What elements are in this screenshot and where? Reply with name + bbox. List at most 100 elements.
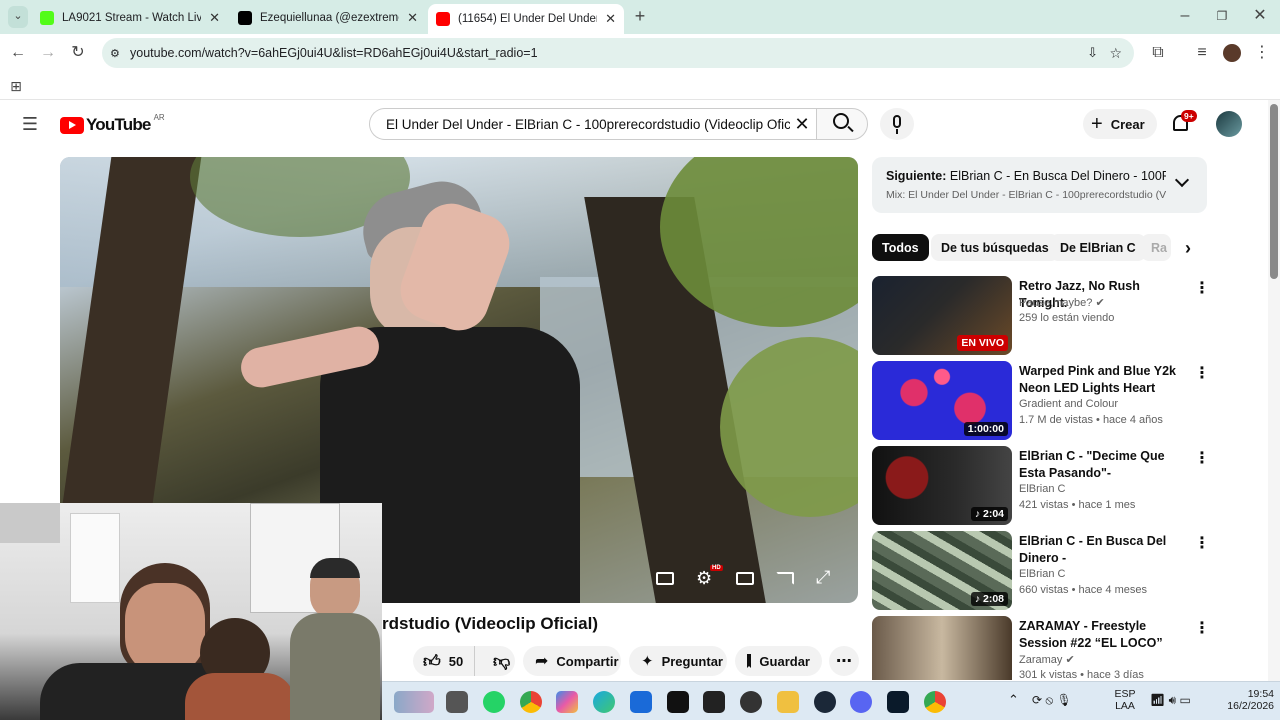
search-query: El Under Del Under - ElBrian C - 100prer… (386, 116, 809, 132)
dislike-button[interactable]: 👎︎ (483, 651, 510, 672)
ask-button[interactable]: ✦ Preguntar (629, 646, 727, 676)
chips-next-icon[interactable]: › (1176, 236, 1200, 260)
tray-expand-icon[interactable]: ⌃ (1008, 692, 1019, 708)
tiktok-app-icon[interactable] (667, 691, 689, 713)
close-tab-icon[interactable]: ✕ (209, 10, 220, 26)
video-title[interactable]: ElBrian C - "Decime Que Esta Pasando"- 1… (1019, 448, 1191, 482)
video-thumbnail[interactable]: 1:00:00 (872, 361, 1012, 440)
video-title[interactable]: Warped Pink and Blue Y2k Neon LED Lights… (1019, 363, 1191, 397)
tab-search-icon[interactable]: ⌄ (8, 6, 28, 28)
copilot-icon[interactable] (556, 691, 578, 713)
hamburger-menu-icon[interactable]: ☰ (20, 114, 40, 134)
notifications-button[interactable]: 9+ (1170, 110, 1197, 136)
address-bar[interactable]: ⚙ youtube.com/watch?v=6ahEGj0ui4U&list=R… (102, 38, 1134, 68)
more-actions-button[interactable]: ⋯ (829, 646, 859, 676)
chip-more[interactable]: Ra (1141, 234, 1171, 261)
more-options-icon[interactable]: ⋮ (1194, 278, 1210, 298)
capcut-icon[interactable] (703, 691, 725, 713)
tab-kick[interactable]: LA9021 Stream - Watch Live on ✕ (32, 6, 228, 30)
share-button[interactable]: ➦ Compartir (523, 646, 621, 676)
clock-time: 19:54 (1247, 688, 1274, 700)
steam-icon[interactable] (814, 691, 836, 713)
chip-from-searches[interactable]: De tus búsquedas (931, 234, 1059, 261)
app-icon-file-manager[interactable] (446, 691, 468, 713)
whatsapp-icon[interactable] (483, 691, 505, 713)
video-title[interactable]: ElBrian C - En Busca Del Dinero - 100Pre… (1019, 533, 1191, 567)
list-item[interactable]: ♪ 2:04 ElBrian C - "Decime Que Esta Pasa… (872, 446, 1210, 526)
list-item[interactable]: ZARAMAY - Freestyle Session #22 “EL LOCO… (872, 616, 1207, 680)
video-meta: 660 vistas • hace 4 meses (1019, 584, 1147, 596)
voice-search-button[interactable] (880, 108, 914, 140)
extensions-icon[interactable]: ⧉ (1148, 43, 1168, 63)
save-label: Guardar (759, 653, 810, 669)
network-volume-battery-icons[interactable]: 📶︎ 🔊︎ ▭ (1150, 693, 1191, 708)
channel-name[interactable]: ElBrian C (1019, 568, 1065, 580)
discord-icon[interactable] (850, 691, 872, 713)
app-icon-widgets[interactable] (394, 691, 434, 713)
more-options-icon[interactable]: ⋮ (1194, 363, 1210, 383)
install-app-icon[interactable]: ⇩ (1087, 45, 1098, 61)
more-options-icon[interactable]: ⋮ (1194, 533, 1210, 553)
list-item[interactable]: 1:00:00 Warped Pink and Blue Y2k Neon LE… (872, 361, 1210, 441)
minimize-icon[interactable]: – (1175, 6, 1195, 26)
youtube-logo[interactable]: YouTube AR (60, 113, 165, 135)
edge-icon[interactable] (593, 691, 615, 713)
tab-tiktok[interactable]: Ezequiellunaa (@ezextreme2) en ✕ (230, 6, 426, 30)
channel-name[interactable]: Pause,maybe? ✔ (1019, 296, 1105, 309)
channel-name[interactable]: ElBrian C (1019, 483, 1065, 495)
bookmark-star-icon[interactable]: ☆ (1109, 45, 1122, 62)
subtitles-icon[interactable] (656, 572, 674, 585)
list-item[interactable]: ♪ 2:08 ElBrian C - En Busca Del Dinero -… (872, 531, 1210, 611)
close-window-icon[interactable]: ✕ (1250, 6, 1270, 26)
video-meta: 259 lo están viendo (1019, 312, 1115, 324)
like-button[interactable]: 👍︎ 50 (413, 646, 475, 676)
close-tab-icon[interactable]: ✕ (407, 10, 418, 26)
close-tab-icon[interactable]: ✕ (605, 11, 616, 27)
up-next-panel[interactable]: Siguiente: ElBrian C - En Busca Del Dine… (872, 157, 1207, 213)
video-thumbnail[interactable]: ♪ 2:04 (872, 446, 1012, 525)
chevron-down-icon[interactable] (1174, 172, 1190, 188)
save-button[interactable]: Guardar (735, 646, 822, 676)
search-button[interactable] (816, 108, 868, 140)
app-icon-audio[interactable] (887, 691, 909, 713)
media-controls-icon[interactable]: ≡ (1192, 43, 1212, 63)
browser-menu-icon[interactable]: ⋮ (1252, 43, 1272, 63)
channel-name[interactable]: Zaramay ✔ (1019, 653, 1075, 666)
restore-icon[interactable]: ❐ (1212, 6, 1232, 26)
chrome-icon[interactable] (520, 691, 542, 713)
settings-icon[interactable]: ⚙ (696, 568, 712, 589)
app-icon-obs[interactable] (740, 691, 762, 713)
apps-grid-icon[interactable]: ⊞ (6, 76, 26, 96)
folder-icon[interactable] (777, 691, 799, 713)
input-language[interactable]: ESP LAA (1110, 688, 1140, 712)
channel-name[interactable]: Gradient and Colour (1019, 398, 1118, 410)
more-options-icon[interactable]: ⋮ (1194, 618, 1207, 638)
cast-icon[interactable] (776, 572, 794, 585)
reload-icon[interactable]: ↻ (68, 43, 88, 63)
site-info-icon[interactable]: ⚙ (110, 47, 120, 60)
clock[interactable]: 19:54 16/2/2026 (1218, 688, 1274, 712)
chip-from-channel[interactable]: De ElBrian C (1050, 234, 1146, 261)
account-avatar[interactable] (1216, 111, 1242, 137)
new-tab-button[interactable]: + (630, 6, 650, 26)
tab-youtube[interactable]: (11654) El Under Del Under - El ✕ (428, 4, 624, 34)
video-thumbnail[interactable] (872, 616, 1012, 680)
theater-mode-icon[interactable] (736, 572, 754, 585)
more-options-icon[interactable]: ⋮ (1194, 448, 1210, 468)
chrome-active-icon[interactable] (924, 691, 946, 713)
tray-icons[interactable]: ⟳ ⦸ 🎙︎ (1032, 693, 1072, 708)
chip-all[interactable]: Todos (872, 234, 929, 261)
video-thumbnail[interactable]: ♪ 2:08 (872, 531, 1012, 610)
video-thumbnail[interactable]: EN VIVO (872, 276, 1012, 355)
list-item[interactable]: EN VIVO Retro Jazz, No Rush Tonight. Pau… (872, 276, 1210, 356)
create-button[interactable]: + Crear (1083, 109, 1157, 139)
search-input[interactable]: El Under Del Under - ElBrian C - 100prer… (369, 108, 817, 140)
video-title[interactable]: ZARAMAY - Freestyle Session #22 “EL LOCO… (1019, 618, 1191, 652)
fullscreen-icon[interactable]: ⤢ (816, 567, 830, 588)
store-icon[interactable] (630, 691, 652, 713)
clear-search-icon[interactable]: ✕ (790, 112, 814, 136)
scrollbar-thumb[interactable] (1270, 104, 1278, 279)
back-icon[interactable]: ← (8, 43, 28, 63)
profile-avatar[interactable] (1223, 44, 1241, 62)
forward-icon[interactable]: → (38, 43, 58, 63)
